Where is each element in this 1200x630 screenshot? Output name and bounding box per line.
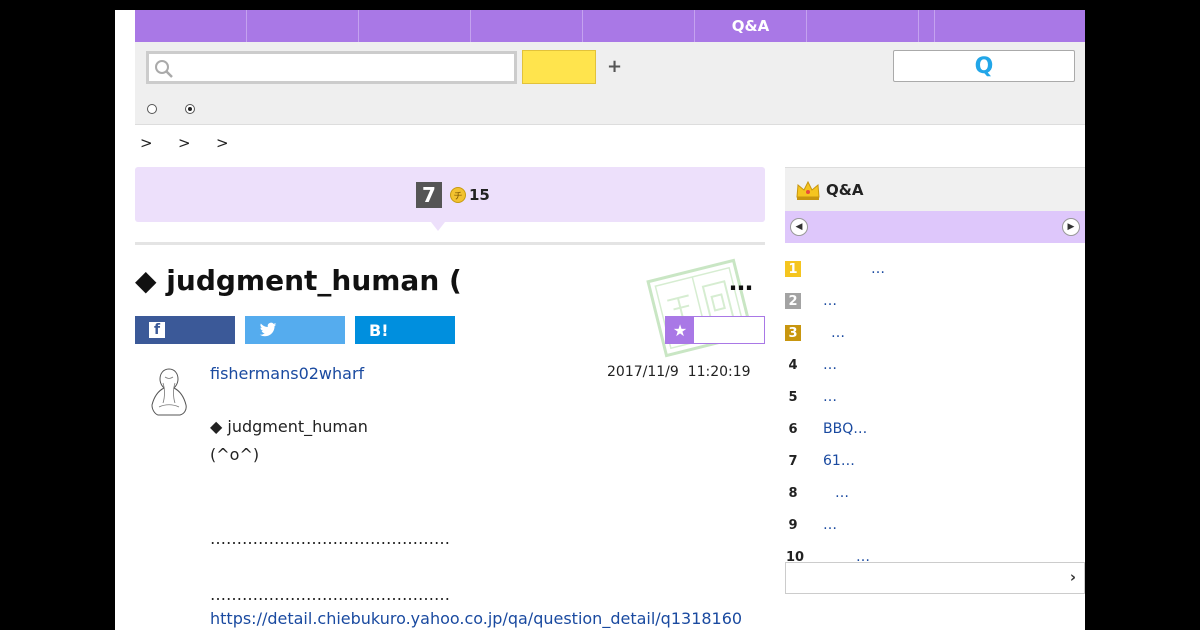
ranking-item[interactable]: 5… [785,381,1085,413]
post-body-line: ……………………………………… [210,529,450,548]
rank-number: 7 [788,453,798,469]
search-icon [155,60,173,78]
post-body-line: (^o^) [210,445,260,464]
search-bar: + Q [135,42,1085,125]
username-link[interactable]: fishermans02wharf [210,364,364,383]
search-submit-button[interactable] [522,50,596,84]
nav-item-8[interactable] [919,10,935,42]
rank-item-link[interactable]: … [823,517,837,533]
nav-item-2[interactable] [247,10,359,42]
nav-item-qa[interactable]: Q&A [695,10,807,42]
ranking-item[interactable]: 2… [785,285,1085,317]
rank-number: 4 [788,357,798,373]
breadcrumb-separator: > [216,134,229,152]
coin-count: 15 [469,186,490,204]
radio-option-1[interactable] [147,104,157,114]
facebook-share-button[interactable]: f [135,316,235,344]
ranking-item[interactable]: 1… [785,253,1085,285]
post-body-line: ◆ judgment_human [210,417,368,436]
facebook-icon: f [149,322,165,338]
breadcrumb-separator: > [140,134,153,152]
question-title: ◆ judgment_human ( [135,264,462,297]
rank-item-link[interactable]: BBQ… [823,421,867,437]
search-input[interactable] [146,51,517,84]
nav-item-5[interactable] [583,10,695,42]
nav-item-4[interactable] [471,10,583,42]
radio-option-2[interactable] [185,104,195,114]
top-nav: Q&A [135,10,1085,42]
rank-item-link[interactable]: … [823,293,837,309]
rank-item-link[interactable]: … [823,357,837,373]
rank-number: 6 [788,421,798,437]
nav-item-3[interactable] [359,10,471,42]
nav-item-1[interactable] [135,10,247,42]
question-link[interactable]: https://detail.chiebukuro.yahoo.co.jp/qa… [210,609,742,628]
answered-stamp-icon [646,258,754,358]
ranking-item[interactable]: 9… [785,509,1085,541]
twitter-share-button[interactable] [245,316,345,344]
next-arrow-icon[interactable]: ▶ [1062,218,1080,236]
rank-item-link[interactable]: … [831,325,845,341]
chevron-right-icon: › [1069,568,1076,586]
rank-item-link[interactable]: … [835,485,849,501]
ranking-item[interactable]: 8… [785,477,1085,509]
status-banner: 7 チ 15 [135,167,765,222]
ranking-title: Q&A [826,180,864,199]
rank-item-link[interactable]: … [823,389,837,405]
rank-number: 2 [785,293,801,309]
ranking-item[interactable]: 3… [785,317,1085,349]
ranking-header: Q&A [785,167,1085,211]
rank-number: 9 [788,517,798,533]
answer-count-badge: 7 [416,182,442,208]
breadcrumb-separator: > [178,134,191,152]
hatena-icon: B! [369,320,389,340]
rank-number: 3 [785,325,801,341]
question-title-ellipsis: … [729,268,753,296]
rank-item-link[interactable]: … [871,261,885,277]
nav-item-7[interactable] [807,10,919,42]
ranking-item[interactable]: 7 61… [785,445,1085,477]
favorite-button[interactable]: ★ [665,316,765,344]
crown-icon [796,180,820,200]
banner-pointer [431,222,445,231]
divider [135,242,765,245]
prev-arrow-icon[interactable]: ◀ [790,218,808,236]
ranking-item[interactable]: 6 BBQ… [785,413,1085,445]
avatar[interactable] [145,363,193,419]
rank-item-link[interactable]: 61… [823,453,855,469]
post-date: 2017/11/9 11:20:19 [607,364,751,380]
ranking-item[interactable]: 4… [785,349,1085,381]
nav-item-9[interactable] [935,10,1085,42]
page: Q&A + Q > > > 7 チ 15 ◆ judgment_human (… [115,10,1085,630]
post-body-line: ……………………………………… [210,585,450,604]
banner-content: 7 チ 15 [416,182,490,208]
breadcrumb: > > > [140,134,254,152]
rank-number: 5 [788,389,798,405]
plus-icon[interactable]: + [607,56,622,77]
hatena-bookmark-button[interactable]: B! [355,316,455,344]
rank-number: 1 [785,261,801,277]
rank-number: 8 [788,485,798,501]
ranking-sidebar: Q&A ◀ ▶ 1… 2… 3… 4… 5… 6 BBQ… 7 61… 8… 9… 10… › [785,167,1085,594]
ranking-list: 1… 2… 3… 4… 5… 6 BBQ… 7 61… 8… 9… 10… [785,243,1085,573]
star-icon: ★ [666,317,694,343]
ranking-nav: ◀ ▶ [785,211,1085,243]
ranking-more-button[interactable]: › [785,562,1085,594]
twitter-icon [259,322,277,337]
ask-question-button[interactable]: Q [893,50,1075,82]
coin-icon: チ [450,187,466,203]
